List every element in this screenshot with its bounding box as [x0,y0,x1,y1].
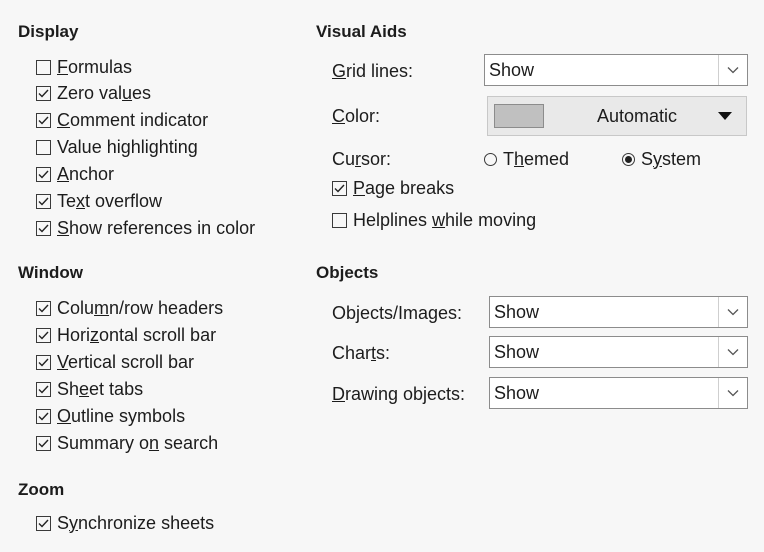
cursor-label: Cursor: [332,149,392,169]
comment-indicator-label: Comment indicator [57,109,209,130]
checkmark-icon [38,170,49,179]
window-section-title: Window [18,263,83,282]
objects-images-label: Objects/Images: [332,303,463,323]
drawing-objects-select[interactable]: Show [489,377,748,409]
checkbox-box[interactable] [36,381,51,397]
anchor-checkbox[interactable]: Anchor [36,162,114,186]
checkbox-box[interactable] [36,435,51,451]
color-value: Automatic [596,105,678,126]
column-row-headers-checkbox[interactable]: Column/row headers [36,296,223,320]
checkbox-box[interactable] [36,166,51,182]
charts-value: Show [494,341,540,362]
comment-indicator-checkbox[interactable]: Comment indicator [36,108,208,132]
helplines-while-moving-checkbox[interactable]: Helplines while moving [332,208,536,232]
color-picker-button[interactable]: Automatic [487,96,747,136]
show-references-label: Show references in color [57,217,256,238]
vertical-scroll-bar-label: Vertical scroll bar [57,351,195,372]
chevron-down-icon[interactable] [718,337,747,367]
value-highlighting-label: Value highlighting [57,136,198,157]
checkmark-icon [38,385,49,394]
sheet-tabs-checkbox[interactable]: Sheet tabs [36,377,143,401]
checkmark-icon [334,184,345,193]
anchor-label: Anchor [57,163,115,184]
radio-button[interactable] [484,152,497,166]
text-overflow-label: Text overflow [57,190,163,211]
drawing-objects-label: Drawing objects: [332,384,466,404]
checkmark-icon [38,519,49,528]
radio-button[interactable] [622,152,635,166]
checkmark-icon [38,197,49,206]
dropdown-triangle-icon [718,112,732,120]
chevron-down-icon[interactable] [718,378,747,408]
formulas-checkbox[interactable]: Formulas [36,55,132,79]
helplines-label: Helplines while moving [353,209,537,230]
checkbox-box[interactable] [332,180,347,196]
value-highlighting-checkbox[interactable]: Value highlighting [36,135,198,159]
grid-lines-value: Show [489,59,535,80]
color-swatch [494,104,544,128]
visual-aids-section-title: Visual Aids [316,22,407,41]
checkbox-box[interactable] [36,220,51,236]
text-overflow-checkbox[interactable]: Text overflow [36,189,162,213]
outline-symbols-checkbox[interactable]: Outline symbols [36,404,185,428]
chevron-down-icon[interactable] [718,55,747,85]
checkbox-box[interactable] [36,59,51,75]
checkbox-box[interactable] [36,408,51,424]
summary-on-search-checkbox[interactable]: Summary on search [36,431,218,455]
system-label: System [641,148,702,169]
page-breaks-checkbox[interactable]: Page breaks [332,176,454,200]
sheet-tabs-label: Sheet tabs [57,378,144,399]
vertical-scroll-bar-checkbox[interactable]: Vertical scroll bar [36,350,194,374]
drawing-objects-value: Show [494,382,540,403]
checkmark-icon [38,439,49,448]
chevron-down-icon[interactable] [718,297,747,327]
display-section-title: Display [18,22,79,41]
synchronize-sheets-label: Synchronize sheets [57,512,215,533]
zero-values-checkbox[interactable]: Zero values [36,81,151,105]
column-row-headers-label: Column/row headers [57,297,224,318]
checkmark-icon [38,89,49,98]
outline-symbols-label: Outline symbols [57,405,186,426]
horizontal-scroll-bar-label: Horizontal scroll bar [57,324,217,345]
summary-on-search-label: Summary on search [57,432,219,453]
checkbox-box[interactable] [36,193,51,209]
checkmark-icon [38,331,49,340]
show-references-in-color-checkbox[interactable]: Show references in color [36,216,255,240]
checkmark-icon [38,304,49,313]
checkbox-box[interactable] [36,139,51,155]
horizontal-scroll-bar-checkbox[interactable]: Horizontal scroll bar [36,323,216,347]
checkbox-box[interactable] [332,212,347,228]
checkmark-icon [38,358,49,367]
zoom-section-title: Zoom [18,480,65,499]
objects-images-select[interactable]: Show [489,296,748,328]
checkmark-icon [38,116,49,125]
checkbox-box[interactable] [36,515,51,531]
checkbox-box[interactable] [36,327,51,343]
checkbox-box[interactable] [36,85,51,101]
objects-images-value: Show [494,301,540,322]
objects-section-title: Objects [316,263,379,282]
synchronize-sheets-checkbox[interactable]: Synchronize sheets [36,511,214,535]
grid-lines-select[interactable]: Show [484,54,748,86]
checkbox-box[interactable] [36,300,51,316]
radio-selected-dot [625,155,632,163]
checkbox-box[interactable] [36,354,51,370]
charts-select[interactable]: Show [489,336,748,368]
page-breaks-label: Page breaks [353,177,455,198]
checkmark-icon [38,224,49,233]
zero-values-label: Zero values [57,82,152,103]
cursor-system-radio[interactable]: System [622,147,701,171]
formulas-label: Formulas [57,56,133,77]
color-label: Color: [332,106,381,126]
cursor-themed-radio[interactable]: Themed [484,147,569,171]
grid-lines-label: Grid lines: [332,61,414,81]
themed-label: Themed [503,148,570,169]
checkmark-icon [38,412,49,421]
charts-label: Charts: [332,343,391,363]
checkbox-box[interactable] [36,112,51,128]
